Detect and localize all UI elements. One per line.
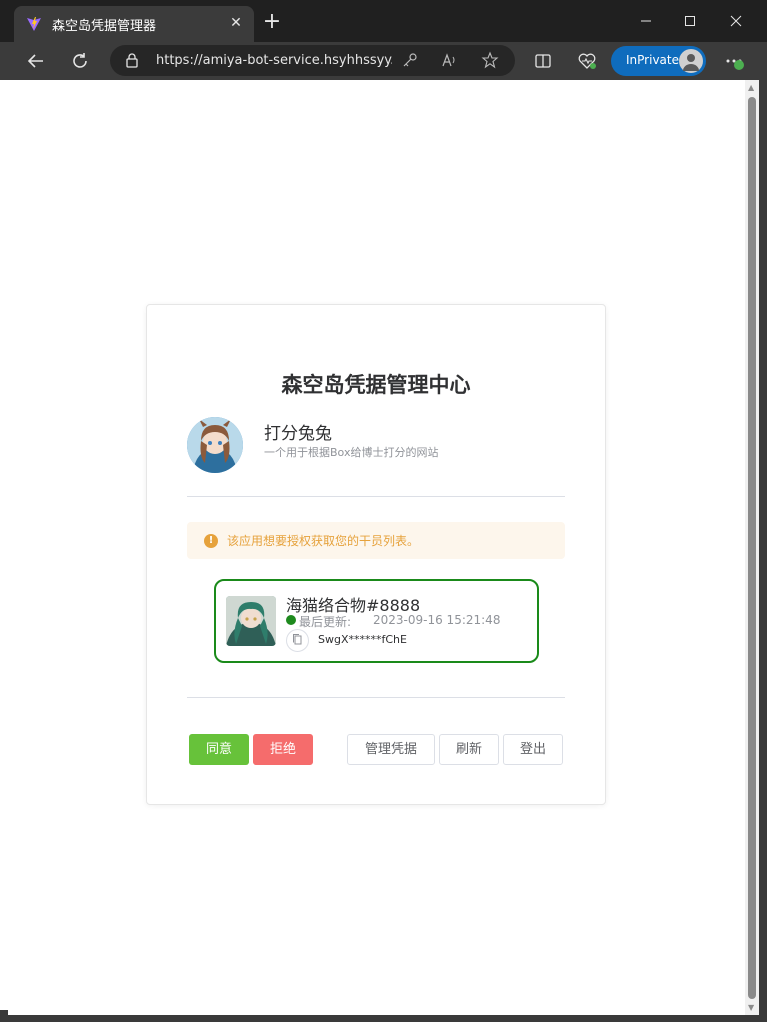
- account-avatar: [226, 596, 276, 646]
- scroll-thumb[interactable]: [748, 97, 756, 999]
- url-text[interactable]: https://amiya-bot-service.hsyhhssyy...: [156, 53, 392, 68]
- refresh-button[interactable]: 刷新: [439, 734, 499, 765]
- tab-close-icon[interactable]: ✕: [226, 13, 246, 33]
- app-avatar: [187, 417, 243, 473]
- copy-icon: [293, 634, 302, 645]
- auth-card: 森空岛凭据管理中心 打分兔兔 一个用于根据Box给博士打分的网站 ! 该应用想要…: [146, 304, 606, 805]
- browser-essentials-icon[interactable]: [576, 50, 598, 72]
- address-bar[interactable]: https://amiya-bot-service.hsyhhssyy...: [110, 45, 515, 76]
- manage-credentials-button[interactable]: 管理凭据: [347, 734, 435, 765]
- new-tab-icon[interactable]: +: [262, 11, 282, 33]
- scroll-up-arrow-icon[interactable]: ▲: [748, 83, 754, 92]
- browser-titlebar: 森空岛凭据管理器 ✕ +: [0, 0, 767, 42]
- online-status-dot: [286, 615, 296, 625]
- page-scrollbar[interactable]: ▲ ▼: [745, 80, 759, 1015]
- divider: [187, 697, 565, 698]
- app-name: 打分兔兔: [264, 424, 332, 444]
- inprivate-button[interactable]: InPrivate: [611, 46, 706, 76]
- split-screen-icon[interactable]: [532, 50, 554, 72]
- reject-button[interactable]: 拒绝: [253, 734, 313, 765]
- inprivate-label: InPrivate: [626, 53, 679, 67]
- favorite-star-icon[interactable]: [481, 51, 499, 69]
- refresh-icon[interactable]: [69, 50, 91, 72]
- logout-button[interactable]: 登出: [503, 734, 563, 765]
- copy-token-button[interactable]: [286, 629, 309, 652]
- account-card[interactable]: 海猫络合物#8888 最后更新: 2023-09-16 15:21:48 Swg…: [214, 579, 539, 663]
- tab-title: 森空岛凭据管理器: [52, 19, 157, 34]
- warning-icon: !: [204, 534, 218, 548]
- maximize-icon[interactable]: [678, 10, 702, 32]
- window-close-icon[interactable]: [724, 10, 748, 32]
- back-icon[interactable]: [25, 50, 47, 72]
- background-window: [0, 80, 8, 1010]
- page-title: 森空岛凭据管理中心: [281, 373, 471, 397]
- lock-icon[interactable]: [124, 52, 140, 68]
- browser-tab[interactable]: 森空岛凭据管理器 ✕: [14, 6, 254, 42]
- alert-text: 该应用想要授权获取您的干员列表。: [227, 534, 420, 548]
- minimize-icon[interactable]: [634, 10, 658, 32]
- divider: [187, 496, 565, 497]
- scroll-down-arrow-icon[interactable]: ▼: [748, 1003, 754, 1012]
- account-token[interactable]: SwgX******fChE: [318, 633, 407, 646]
- last-update-label: 最后更新:: [299, 615, 352, 629]
- key-icon[interactable]: [401, 51, 419, 69]
- vite-favicon-icon: [27, 17, 41, 31]
- update-badge-icon: [734, 60, 744, 70]
- last-update-time: 2023-09-16 15:21:48: [373, 613, 501, 627]
- browser-toolbar: https://amiya-bot-service.hsyhhssyy... I…: [0, 42, 767, 80]
- app-description: 一个用于根据Box给博士打分的网站: [264, 446, 439, 459]
- warning-alert: ! 该应用想要授权获取您的干员列表。: [187, 522, 565, 559]
- read-aloud-icon[interactable]: [441, 51, 459, 69]
- agree-button[interactable]: 同意: [189, 734, 249, 765]
- profile-avatar: [679, 49, 703, 73]
